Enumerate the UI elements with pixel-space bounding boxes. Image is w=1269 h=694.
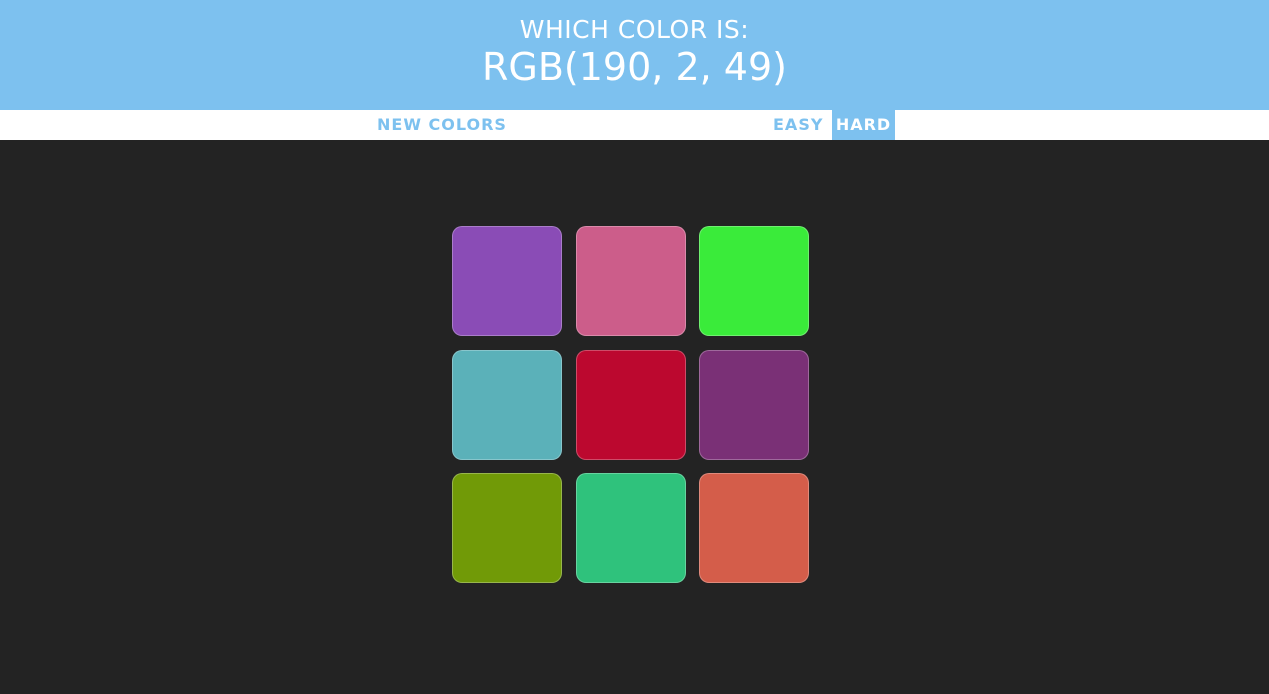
color-square[interactable] bbox=[699, 473, 809, 583]
color-square[interactable] bbox=[575, 349, 686, 460]
color-square[interactable] bbox=[452, 473, 562, 583]
target-rgb-display: RGB(190, 2, 49) bbox=[482, 45, 787, 89]
color-square[interactable] bbox=[452, 226, 562, 336]
header: WHICH COLOR IS: RGB(190, 2, 49) bbox=[0, 0, 1269, 110]
new-colors-button[interactable]: NEW COLORS bbox=[377, 110, 507, 140]
color-square[interactable] bbox=[699, 226, 809, 336]
easy-mode-button[interactable]: EASY bbox=[773, 110, 825, 140]
color-square[interactable] bbox=[699, 349, 809, 460]
control-stripe: NEW COLORS EASY HARD bbox=[0, 110, 1269, 140]
color-square[interactable] bbox=[575, 473, 686, 583]
color-square[interactable] bbox=[575, 226, 686, 336]
color-grid bbox=[452, 226, 809, 583]
color-square[interactable] bbox=[452, 349, 562, 460]
hard-mode-button[interactable]: HARD bbox=[832, 110, 895, 140]
question-label: WHICH COLOR IS: bbox=[519, 15, 750, 44]
